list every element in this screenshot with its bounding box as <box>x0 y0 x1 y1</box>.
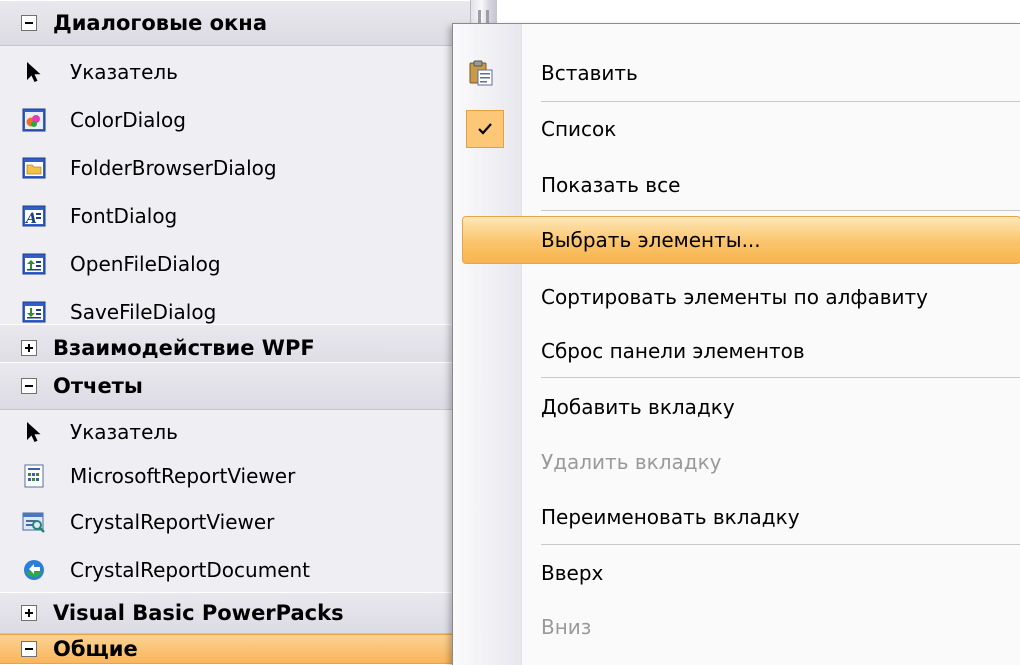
toolbox-item-pointer[interactable]: Указатель <box>0 48 470 96</box>
group-title: Диалоговые окна <box>53 11 267 35</box>
collapse-icon[interactable] <box>21 15 37 31</box>
collapse-icon[interactable] <box>21 641 37 657</box>
toolbox-group-reports[interactable]: Отчеты <box>0 362 470 410</box>
checkmark-icon <box>466 110 504 148</box>
toolbox-item-folderbrowserdialog[interactable]: FolderBrowserDialog <box>0 144 470 192</box>
pointer-icon <box>22 60 46 84</box>
toolbox-group-dialogs[interactable]: Диалоговые окна <box>0 0 470 46</box>
item-label: CrystalReportDocument <box>70 558 311 582</box>
expand-icon[interactable] <box>21 340 37 356</box>
pointer-icon <box>22 420 46 444</box>
menu-item-label: Показать все <box>541 173 681 197</box>
expand-icon[interactable] <box>21 605 37 621</box>
toolbox-item-colordialog[interactable]: ColorDialog <box>0 96 470 144</box>
crystal-viewer-icon <box>22 510 46 534</box>
menu-item-delete-tab[interactable]: Удалить вкладку <box>453 437 1020 487</box>
menu-item-label: Выбрать элементы... <box>541 228 761 252</box>
paste-icon <box>467 59 495 87</box>
toolbox-item-crystalreportviewer[interactable]: CrystalReportViewer <box>0 498 470 546</box>
item-label: Указатель <box>70 60 178 84</box>
toolbox-item-fontdialog[interactable]: A FontDialog <box>0 192 470 240</box>
item-label: MicrosoftReportViewer <box>70 464 296 488</box>
item-label: OpenFileDialog <box>70 252 221 276</box>
toolbox-item-crystalreportdocument[interactable]: CrystalReportDocument <box>0 546 470 594</box>
toolbox-panel: Диалоговые окна Указатель ColorDialog Fo… <box>0 0 470 664</box>
toolbox-item-pointer[interactable]: Указатель <box>0 408 470 456</box>
menu-separator <box>541 377 1020 378</box>
menu-item-rename-tab[interactable]: Переименовать вкладку <box>453 492 1020 542</box>
item-label: FolderBrowserDialog <box>70 156 277 180</box>
font-dialog-icon: A <box>22 204 46 228</box>
menu-separator <box>541 101 1020 102</box>
open-file-dialog-icon <box>22 252 46 276</box>
menu-item-show-all[interactable]: Показать все <box>453 160 1020 210</box>
svg-text:A: A <box>24 211 37 227</box>
menu-item-label: Сброс панели элементов <box>541 339 805 363</box>
toolbox-group-general[interactable]: Общие <box>0 634 470 664</box>
collapse-icon[interactable] <box>21 378 37 394</box>
menu-item-choose-items[interactable]: Выбрать элементы... <box>462 216 1020 264</box>
item-label: FontDialog <box>70 204 178 228</box>
item-label: ColorDialog <box>70 108 186 132</box>
menu-separator <box>541 544 1020 545</box>
menu-separator <box>541 210 1020 211</box>
group-title: Отчеты <box>53 374 143 398</box>
menu-item-sort-alphabetically[interactable]: Сортировать элементы по алфавиту <box>453 272 1020 322</box>
menu-item-label: Добавить вкладку <box>541 395 735 419</box>
item-label: SaveFileDialog <box>70 300 217 324</box>
menu-item-label: Вверх <box>541 561 604 585</box>
menu-item-label: Вниз <box>541 615 592 639</box>
menu-item-label: Сортировать элементы по алфавиту <box>541 285 928 309</box>
group-title: Общие <box>53 637 138 661</box>
toolbox-item-microsoftreportviewer[interactable]: MicrosoftReportViewer <box>0 452 470 500</box>
group-title: Взаимодействие WPF <box>53 336 315 360</box>
menu-item-label: Переименовать вкладку <box>541 505 800 529</box>
report-viewer-icon <box>22 464 46 488</box>
menu-item-label: Список <box>541 117 617 141</box>
folder-browser-icon <box>22 156 46 180</box>
menu-item-paste[interactable]: Вставить <box>453 48 1020 98</box>
save-file-dialog-icon <box>22 300 46 324</box>
toolbox-item-openfiledialog[interactable]: OpenFileDialog <box>0 240 470 288</box>
item-label: CrystalReportViewer <box>70 510 275 534</box>
menu-item-label: Удалить вкладку <box>541 450 722 474</box>
menu-item-move-up[interactable]: Вверх <box>453 548 1020 598</box>
item-label: Указатель <box>70 420 178 444</box>
color-dialog-icon <box>22 108 46 132</box>
context-menu: Вставить Список Показать все Выбрать эле… <box>452 23 1020 665</box>
menu-item-list[interactable]: Список <box>453 104 1020 154</box>
menu-item-reset-toolbox[interactable]: Сброс панели элементов <box>453 326 1020 376</box>
menu-item-add-tab[interactable]: Добавить вкладку <box>453 382 1020 432</box>
menu-item-move-down[interactable]: Вниз <box>453 602 1020 652</box>
crystal-document-icon <box>22 558 46 582</box>
menu-item-label: Вставить <box>541 61 638 85</box>
group-title: Visual Basic PowerPacks <box>53 601 344 625</box>
toolbox-group-vb-powerpacks[interactable]: Visual Basic PowerPacks <box>0 592 470 634</box>
